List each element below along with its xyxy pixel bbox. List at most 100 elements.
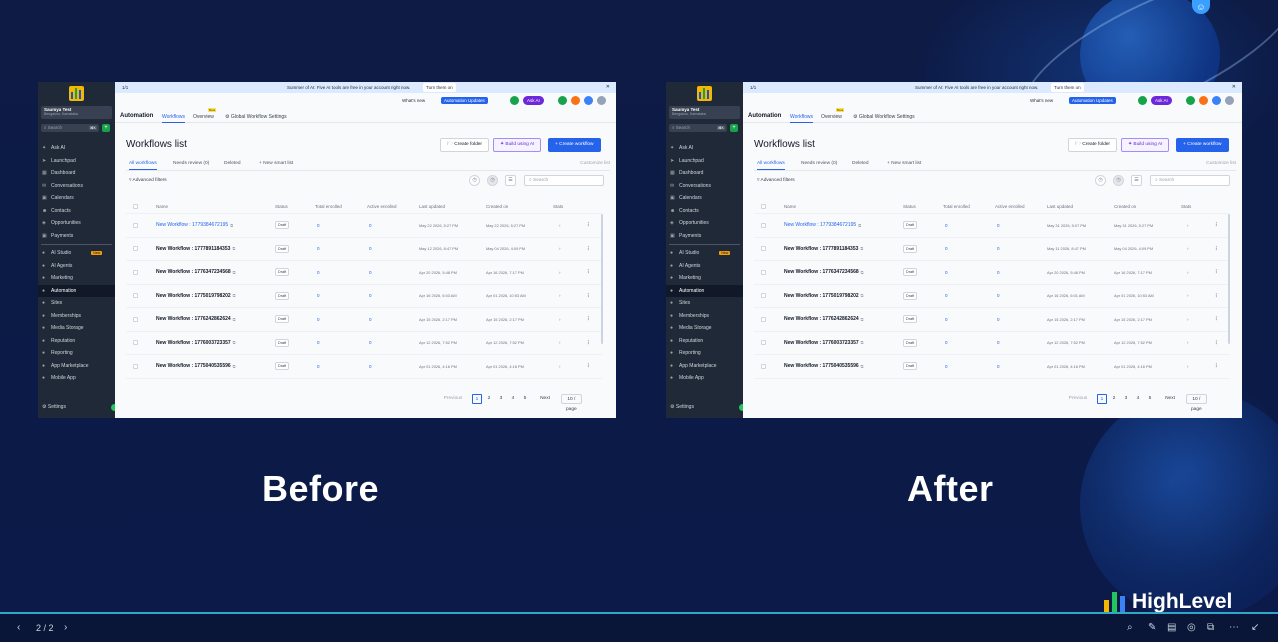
external-link-icon[interactable]: ⧉ xyxy=(232,246,235,251)
row-menu-icon[interactable]: ⋮ xyxy=(1214,285,1219,308)
sidebar-item[interactable]: ✉ Conversations xyxy=(666,180,743,193)
avatar[interactable] xyxy=(1225,96,1234,105)
tab-deleted[interactable]: Deleted xyxy=(852,161,869,166)
row-menu-icon[interactable]: ⋮ xyxy=(586,308,591,331)
sidebar-item[interactable]: ▣ Payments xyxy=(666,230,743,243)
next-page-button[interactable]: Next xyxy=(1161,394,1179,404)
sidebar-item[interactable]: ● Reputation xyxy=(38,335,115,348)
table-row[interactable]: New Workflow : 1775040535596 ⧉ Draft 0 0 Apr … xyxy=(754,355,1230,379)
close-icon[interactable]: ✕ xyxy=(606,84,610,90)
stats-chevron-icon[interactable]: › xyxy=(559,308,561,331)
sidebar-item[interactable]: ✦ Ask AI xyxy=(38,142,115,155)
total-enrolled[interactable]: 0 xyxy=(945,238,948,261)
active-enrolled[interactable]: 0 xyxy=(997,332,1000,355)
total-enrolled[interactable]: 0 xyxy=(945,308,948,331)
column-status[interactable]: Status xyxy=(903,199,916,213)
tab-all-workflows[interactable]: All workflows xyxy=(757,161,785,170)
stats-chevron-icon[interactable]: › xyxy=(559,332,561,355)
active-enrolled[interactable]: 0 xyxy=(369,308,372,331)
customize-list-button[interactable]: Customize list xyxy=(580,161,610,166)
sidebar-item[interactable]: ✦ Ask AI xyxy=(666,142,743,155)
column-name[interactable]: Name xyxy=(156,199,168,213)
page-number[interactable]: 2 xyxy=(484,394,494,404)
sidebar-item[interactable]: ● AI Studio New xyxy=(38,247,115,260)
bell-icon[interactable] xyxy=(1199,96,1208,105)
sidebar-item[interactable]: ● Media Storage xyxy=(666,322,743,335)
customize-list-button[interactable]: Customize list xyxy=(1206,161,1236,166)
table-row[interactable]: New Workflow : 1776347234568 ⧉ Draft 0 0 Apr … xyxy=(754,261,1230,285)
total-enrolled[interactable]: 0 xyxy=(317,285,320,308)
close-icon[interactable]: ✕ xyxy=(1232,84,1236,90)
total-enrolled[interactable]: 0 xyxy=(945,332,948,355)
row-menu-icon[interactable]: ⋮ xyxy=(586,238,591,261)
table-row[interactable]: New Workflow : 1776003723357 ⧉ Draft 0 0 Apr … xyxy=(126,332,602,355)
clock-icon[interactable]: ◷ xyxy=(1113,175,1124,186)
sidebar-item[interactable]: ● Memberships xyxy=(38,310,115,323)
create-workflow-button[interactable]: + Create workflow xyxy=(548,138,601,152)
history-icon[interactable]: ◷ xyxy=(469,175,480,186)
ask-ai-button[interactable]: Ask AI xyxy=(1151,96,1172,105)
external-link-icon[interactable]: ⧉ xyxy=(233,340,236,345)
account-switcher[interactable]: Saumya Test Bengaluru, Karnataka xyxy=(669,106,740,119)
row-menu-icon[interactable]: ⋮ xyxy=(586,332,591,355)
workflow-name[interactable]: New Workflow : 1775019798202 xyxy=(784,293,859,299)
stats-chevron-icon[interactable]: › xyxy=(1187,238,1189,261)
sidebar-item[interactable]: ● Reputation xyxy=(666,335,743,348)
workflow-name[interactable]: New Workflow : 1776242862624 xyxy=(784,316,859,322)
workflow-name[interactable]: New Workflow : 1775040535596 xyxy=(156,363,231,369)
row-menu-icon[interactable]: ⋮ xyxy=(586,261,591,284)
external-link-icon[interactable]: ⧉ xyxy=(861,364,864,369)
create-workflow-button[interactable]: + Create workflow xyxy=(1176,138,1229,152)
select-all-checkbox[interactable] xyxy=(761,203,766,209)
row-checkbox[interactable] xyxy=(133,293,138,299)
table-scrollbar[interactable] xyxy=(1228,214,1230,344)
workflow-name[interactable]: New Workflow : 1779384672195 xyxy=(156,222,228,228)
quick-add-button[interactable]: + xyxy=(102,124,110,132)
page-number[interactable]: 5 xyxy=(1145,394,1155,404)
total-enrolled[interactable]: 0 xyxy=(945,261,948,284)
table-row[interactable]: New Workflow : 1779384672195 ⧉ Draft 0 0 May … xyxy=(754,214,1230,238)
row-checkbox[interactable] xyxy=(133,269,138,275)
page-number[interactable]: 3 xyxy=(1121,394,1131,404)
workflow-name[interactable]: New Workflow : 1779384672195 xyxy=(784,222,856,228)
previous-page-button[interactable]: Previous xyxy=(441,394,465,404)
stats-chevron-icon[interactable]: › xyxy=(559,214,561,237)
sidebar-item[interactable]: ● Sites xyxy=(666,297,743,310)
row-checkbox[interactable] xyxy=(761,340,766,346)
table-row[interactable]: New Workflow : 1777891184353 ⧉ Draft 0 0 May … xyxy=(754,238,1230,261)
tab-global-settings[interactable]: ⚙ Global Workflow Settings xyxy=(853,114,915,120)
sidebar-item[interactable]: ▣ Calendars xyxy=(666,192,743,205)
stats-chevron-icon[interactable]: › xyxy=(559,261,561,284)
external-link-icon[interactable]: ⧉ xyxy=(861,340,864,345)
megaphone-icon[interactable] xyxy=(1186,96,1195,105)
active-enrolled[interactable]: 0 xyxy=(369,261,372,284)
sidebar-item[interactable]: ● Media Storage xyxy=(38,322,115,335)
page-size-select[interactable]: 10 / page xyxy=(561,394,582,412)
workflow-name[interactable]: New Workflow : 1776003723357 xyxy=(784,340,859,346)
table-row[interactable]: New Workflow : 1779384672195 ⧉ Draft 0 0 May … xyxy=(126,214,602,238)
sidebar-item[interactable]: ● Automation xyxy=(666,284,743,297)
bell-icon[interactable] xyxy=(571,96,580,105)
sidebar-item[interactable]: ● Sites xyxy=(38,297,115,310)
sidebar-item[interactable]: ● Marketing xyxy=(38,272,115,285)
external-link-icon[interactable]: ⧉ xyxy=(858,223,861,228)
sidebar-item[interactable]: ● App Marketplace xyxy=(666,360,743,373)
row-menu-icon[interactable]: ⋮ xyxy=(1214,238,1219,261)
audio-icon[interactable]: ◎ xyxy=(1187,622,1196,633)
total-enrolled[interactable]: 0 xyxy=(945,214,948,237)
active-enrolled[interactable]: 0 xyxy=(369,355,372,378)
row-menu-icon[interactable]: ⋮ xyxy=(586,285,591,308)
sidebar-item[interactable]: ▦ Dashboard xyxy=(38,167,115,180)
stats-chevron-icon[interactable]: › xyxy=(559,355,561,378)
turn-on-button[interactable]: Turn them on xyxy=(423,83,456,92)
column-last-updated[interactable]: Last updated xyxy=(419,199,445,213)
whats-new-link[interactable]: What's new xyxy=(402,98,425,103)
zoom-icon[interactable]: ⌕ xyxy=(1127,622,1133,633)
next-page-button[interactable]: Next xyxy=(536,394,554,404)
active-enrolled[interactable]: 0 xyxy=(997,355,1000,378)
table-row[interactable]: New Workflow : 1775019798202 ⧉ Draft 0 0 Apr … xyxy=(754,285,1230,308)
column-stats[interactable]: Stats xyxy=(553,199,563,213)
workflow-name[interactable]: New Workflow : 1777891184353 xyxy=(784,246,858,252)
account-switcher[interactable]: Saumya Test Bengaluru, Karnataka xyxy=(41,106,112,119)
stats-chevron-icon[interactable]: › xyxy=(1187,261,1189,284)
